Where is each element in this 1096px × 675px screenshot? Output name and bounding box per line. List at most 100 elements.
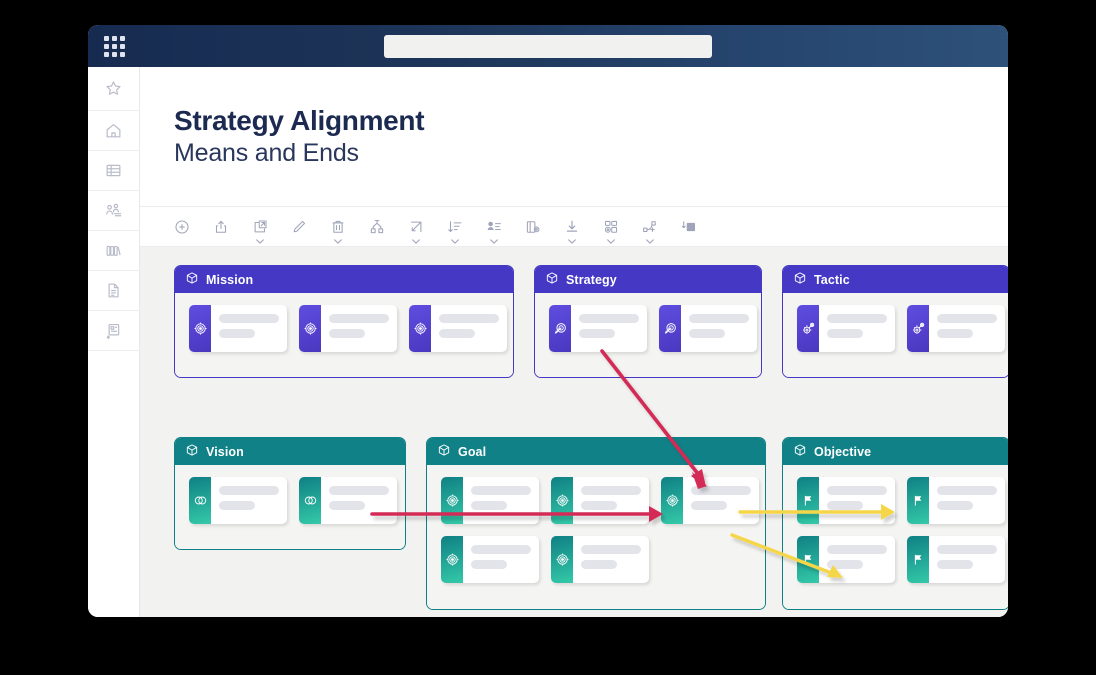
toolbar-expand-button[interactable] bbox=[396, 212, 435, 244]
card-strategy-1[interactable] bbox=[549, 305, 647, 352]
omnibox-input[interactable] bbox=[384, 35, 712, 58]
plus-circle-icon bbox=[173, 218, 191, 236]
card-content bbox=[683, 477, 759, 524]
card-mission-3[interactable] bbox=[409, 305, 507, 352]
card-goal-3[interactable] bbox=[661, 477, 759, 524]
card-content bbox=[431, 305, 507, 352]
card-objective-4[interactable] bbox=[907, 536, 1005, 583]
sidebar-item-documents[interactable] bbox=[88, 271, 139, 311]
card-subtitle-placeholder bbox=[581, 501, 617, 510]
sidebar-item-home[interactable] bbox=[88, 111, 139, 151]
group-header-objective: Objective bbox=[783, 438, 1008, 465]
cube-icon bbox=[185, 443, 199, 460]
card-title-placeholder bbox=[827, 545, 887, 554]
card-title-placeholder bbox=[689, 314, 749, 323]
card-content bbox=[819, 477, 895, 524]
card-subtitle-placeholder bbox=[689, 329, 725, 338]
toolbar-share-button[interactable] bbox=[201, 212, 240, 242]
group-tactic[interactable]: Tactic bbox=[782, 265, 1008, 378]
toolbar-add-connection-button[interactable] bbox=[630, 212, 669, 244]
card-vision-2[interactable] bbox=[299, 477, 397, 524]
people-list-icon bbox=[104, 201, 123, 220]
card-content bbox=[929, 477, 1005, 524]
cube-icon bbox=[185, 271, 199, 288]
card-objective-3[interactable] bbox=[797, 536, 895, 583]
card-strategy-2[interactable] bbox=[659, 305, 757, 352]
toolbar-assign-user-button[interactable] bbox=[474, 212, 513, 244]
card-title-placeholder bbox=[219, 486, 279, 495]
chevron-down-icon[interactable] bbox=[489, 238, 498, 244]
group-mission[interactable]: Mission bbox=[174, 265, 514, 378]
card-vision-1[interactable] bbox=[189, 477, 287, 524]
group-label: Mission bbox=[206, 272, 254, 287]
sidebar-item-favorites[interactable] bbox=[88, 67, 139, 111]
group-label: Goal bbox=[458, 444, 487, 459]
card-content bbox=[463, 536, 539, 583]
sort-descending-icon bbox=[446, 218, 464, 236]
card-content bbox=[929, 536, 1005, 583]
card-objective-1[interactable] bbox=[797, 477, 895, 524]
group-header-mission: Mission bbox=[175, 266, 513, 293]
sidebar-item-people[interactable] bbox=[88, 191, 139, 231]
binocular-rings-icon bbox=[189, 477, 211, 524]
sidebar-item-reports[interactable] bbox=[88, 311, 139, 351]
group-strategy[interactable]: Strategy bbox=[534, 265, 762, 378]
card-subtitle-placeholder bbox=[691, 501, 727, 510]
toolbar-components-button[interactable] bbox=[591, 212, 630, 244]
card-content bbox=[681, 305, 757, 352]
toolbar-open-external-button[interactable] bbox=[240, 212, 279, 244]
card-goal-4[interactable] bbox=[441, 536, 539, 583]
card-objective-2[interactable] bbox=[907, 477, 1005, 524]
chevron-down-icon[interactable] bbox=[333, 238, 342, 244]
card-content bbox=[211, 305, 287, 352]
toolbar-sort-button[interactable] bbox=[435, 212, 474, 244]
card-subtitle-placeholder bbox=[937, 560, 973, 569]
binocular-rings-icon bbox=[299, 477, 321, 524]
target-icon bbox=[551, 536, 573, 583]
toolbar-hierarchy-button[interactable] bbox=[357, 212, 396, 242]
top-bar bbox=[88, 25, 1008, 67]
group-goal[interactable]: Goal bbox=[426, 437, 766, 610]
chevron-down-icon[interactable] bbox=[255, 238, 264, 244]
toolbar-add-button[interactable] bbox=[162, 212, 201, 242]
toolbar-delete-button[interactable] bbox=[318, 212, 357, 244]
group-vision[interactable]: Vision bbox=[174, 437, 406, 550]
flag-icon bbox=[907, 536, 929, 583]
chevron-down-icon[interactable] bbox=[411, 238, 420, 244]
group-objective[interactable]: Objective bbox=[782, 437, 1008, 610]
chevron-down-icon[interactable] bbox=[450, 238, 459, 244]
flag-icon bbox=[797, 477, 819, 524]
card-mission-2[interactable] bbox=[299, 305, 397, 352]
card-goal-1[interactable] bbox=[441, 477, 539, 524]
screenshot-stage: Strategy Alignment Means and Ends Missio… bbox=[0, 0, 1096, 675]
toolbar-layout-settings-button[interactable] bbox=[513, 212, 552, 242]
card-content bbox=[321, 477, 397, 524]
chevron-down-icon[interactable] bbox=[645, 238, 654, 244]
upload-box-icon bbox=[212, 218, 230, 236]
grid-dots-icon[interactable] bbox=[104, 35, 134, 57]
card-mission-1[interactable] bbox=[189, 305, 287, 352]
card-tactic-2[interactable] bbox=[907, 305, 1005, 352]
card-goal-2[interactable] bbox=[551, 477, 649, 524]
home-icon bbox=[104, 121, 123, 140]
chevron-down-icon[interactable] bbox=[567, 238, 576, 244]
toolbar-insert-image-button[interactable] bbox=[669, 212, 708, 242]
toolbar-edit-button[interactable] bbox=[279, 212, 318, 242]
toolbar-download-button[interactable] bbox=[552, 212, 591, 244]
card-title-placeholder bbox=[439, 314, 499, 323]
card-goal-5[interactable] bbox=[551, 536, 649, 583]
diagram-canvas[interactable]: Mission Strategy Tactic Vision Goal Obje… bbox=[140, 247, 1008, 617]
sidebar-item-library[interactable] bbox=[88, 231, 139, 271]
sidebar-item-tables[interactable] bbox=[88, 151, 139, 191]
card-title-placeholder bbox=[937, 314, 997, 323]
group-body-goal bbox=[427, 465, 765, 609]
card-tactic-1[interactable] bbox=[797, 305, 895, 352]
group-body-objective bbox=[783, 465, 1008, 609]
card-content bbox=[573, 477, 649, 524]
target-icon bbox=[551, 477, 573, 524]
chevron-down-icon[interactable] bbox=[606, 238, 615, 244]
target-icon bbox=[409, 305, 431, 352]
card-subtitle-placeholder bbox=[937, 329, 973, 338]
group-header-tactic: Tactic bbox=[783, 266, 1008, 293]
target-icon bbox=[661, 477, 683, 524]
